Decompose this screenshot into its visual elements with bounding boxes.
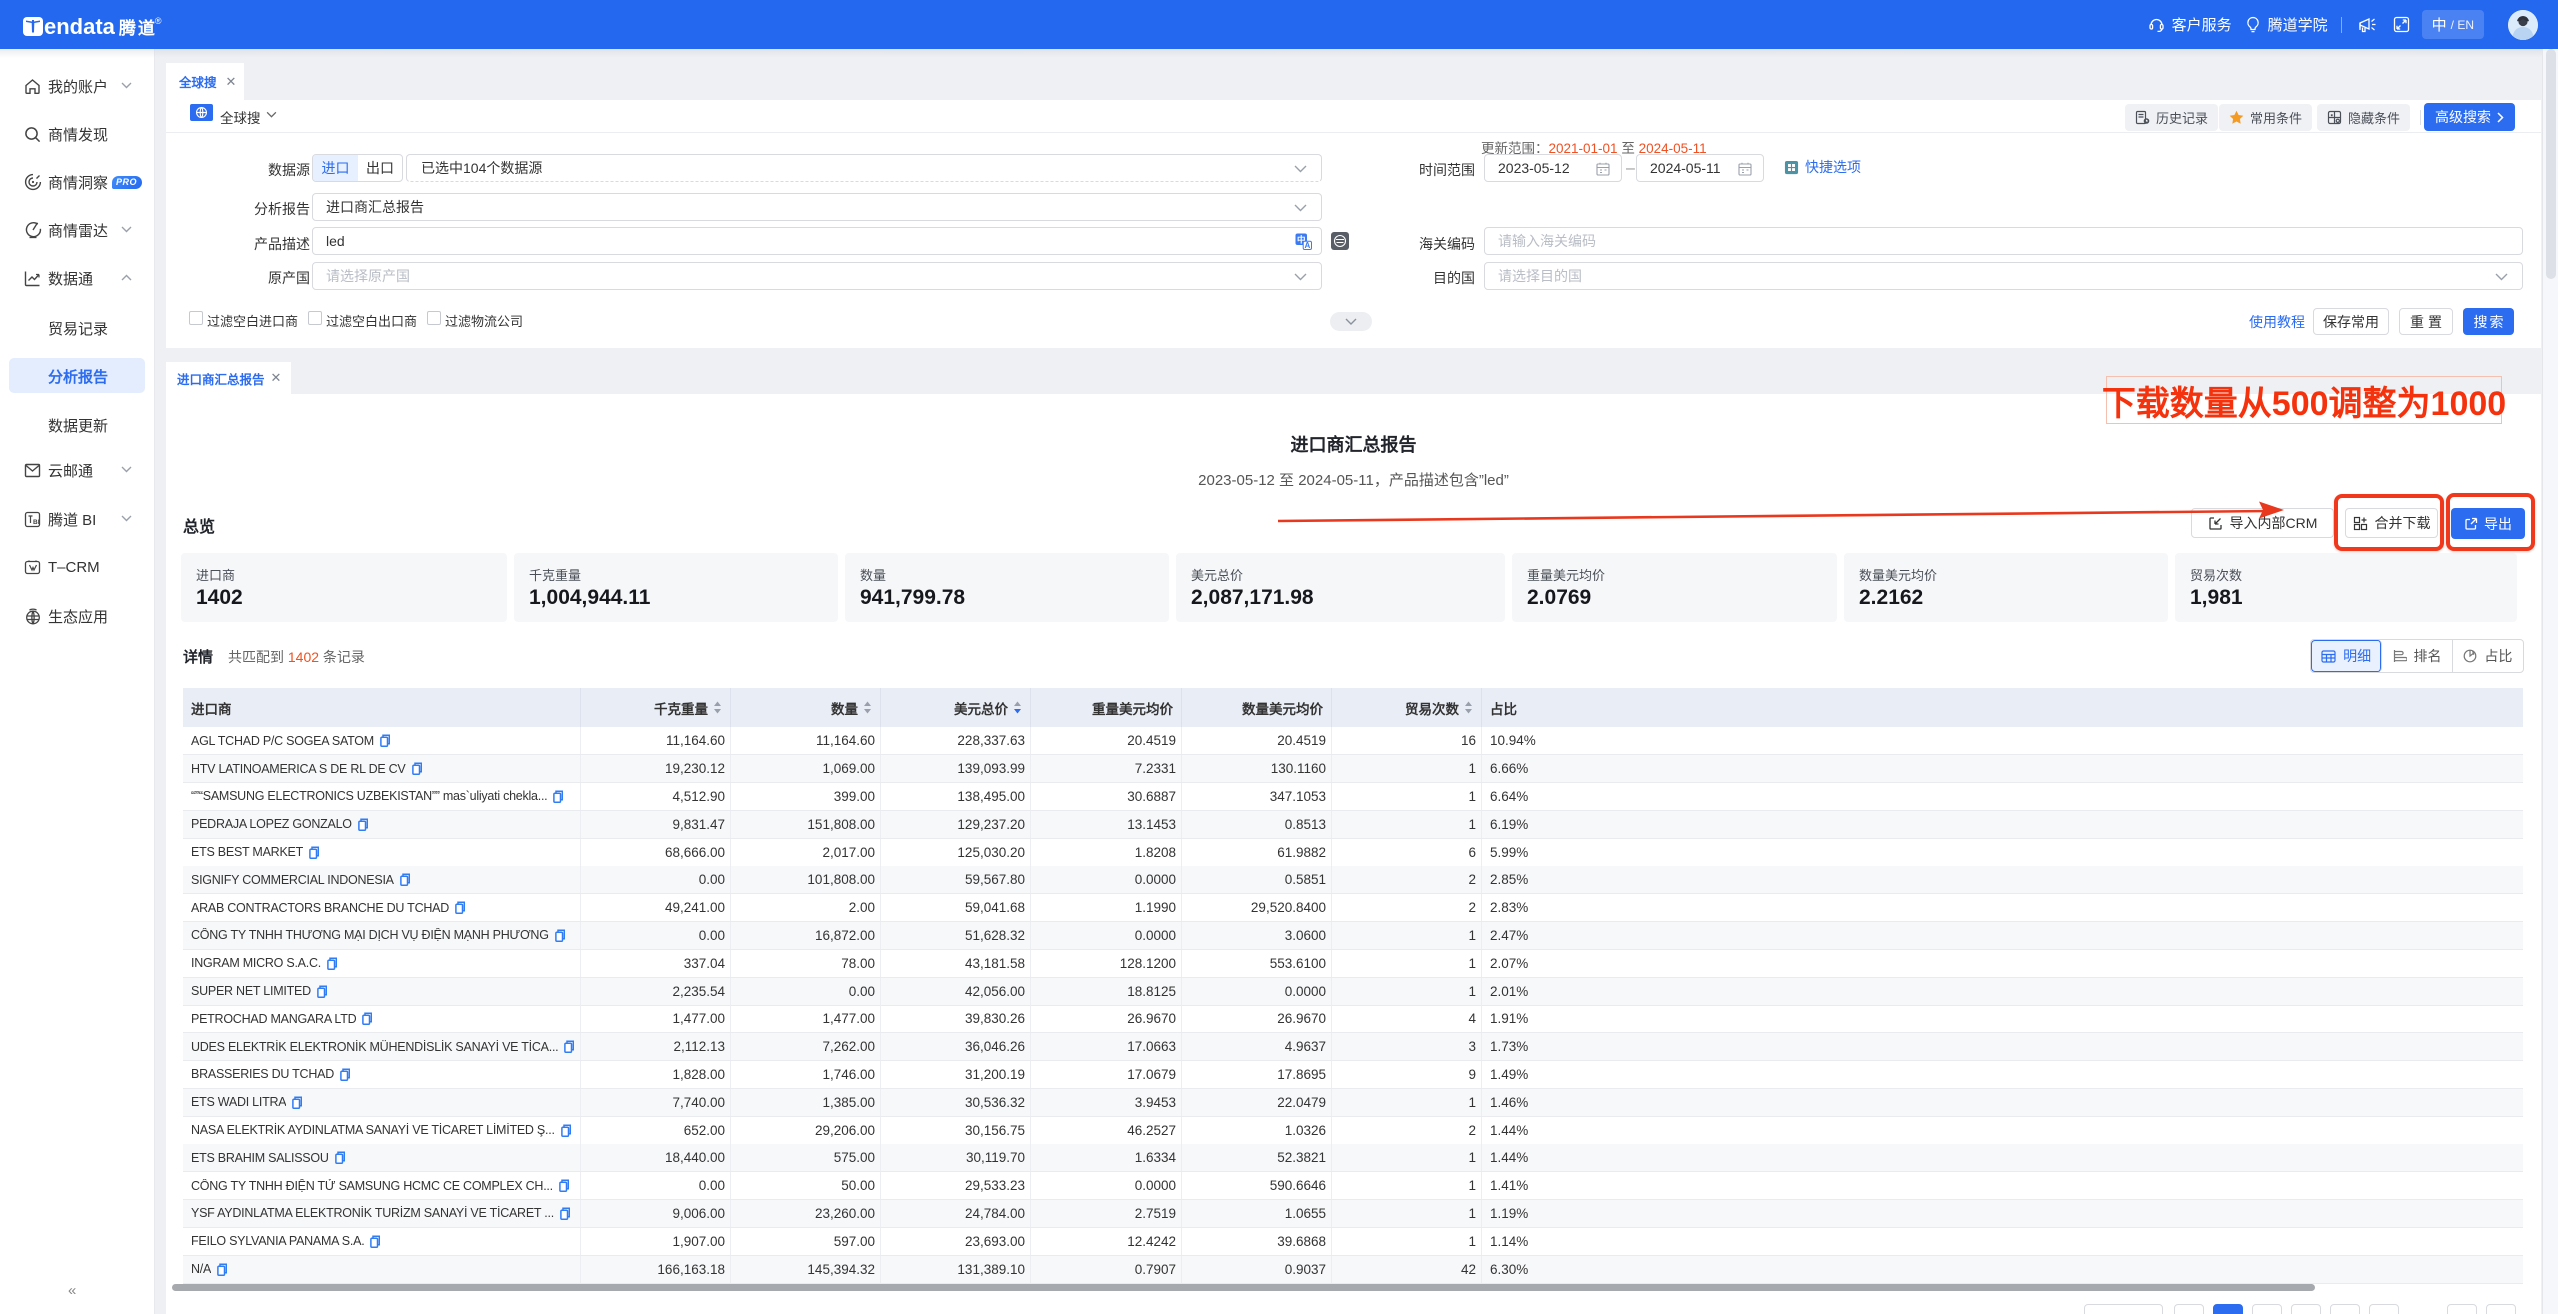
svg-text:BI: BI xyxy=(33,519,40,526)
svg-text:A: A xyxy=(1305,241,1311,250)
